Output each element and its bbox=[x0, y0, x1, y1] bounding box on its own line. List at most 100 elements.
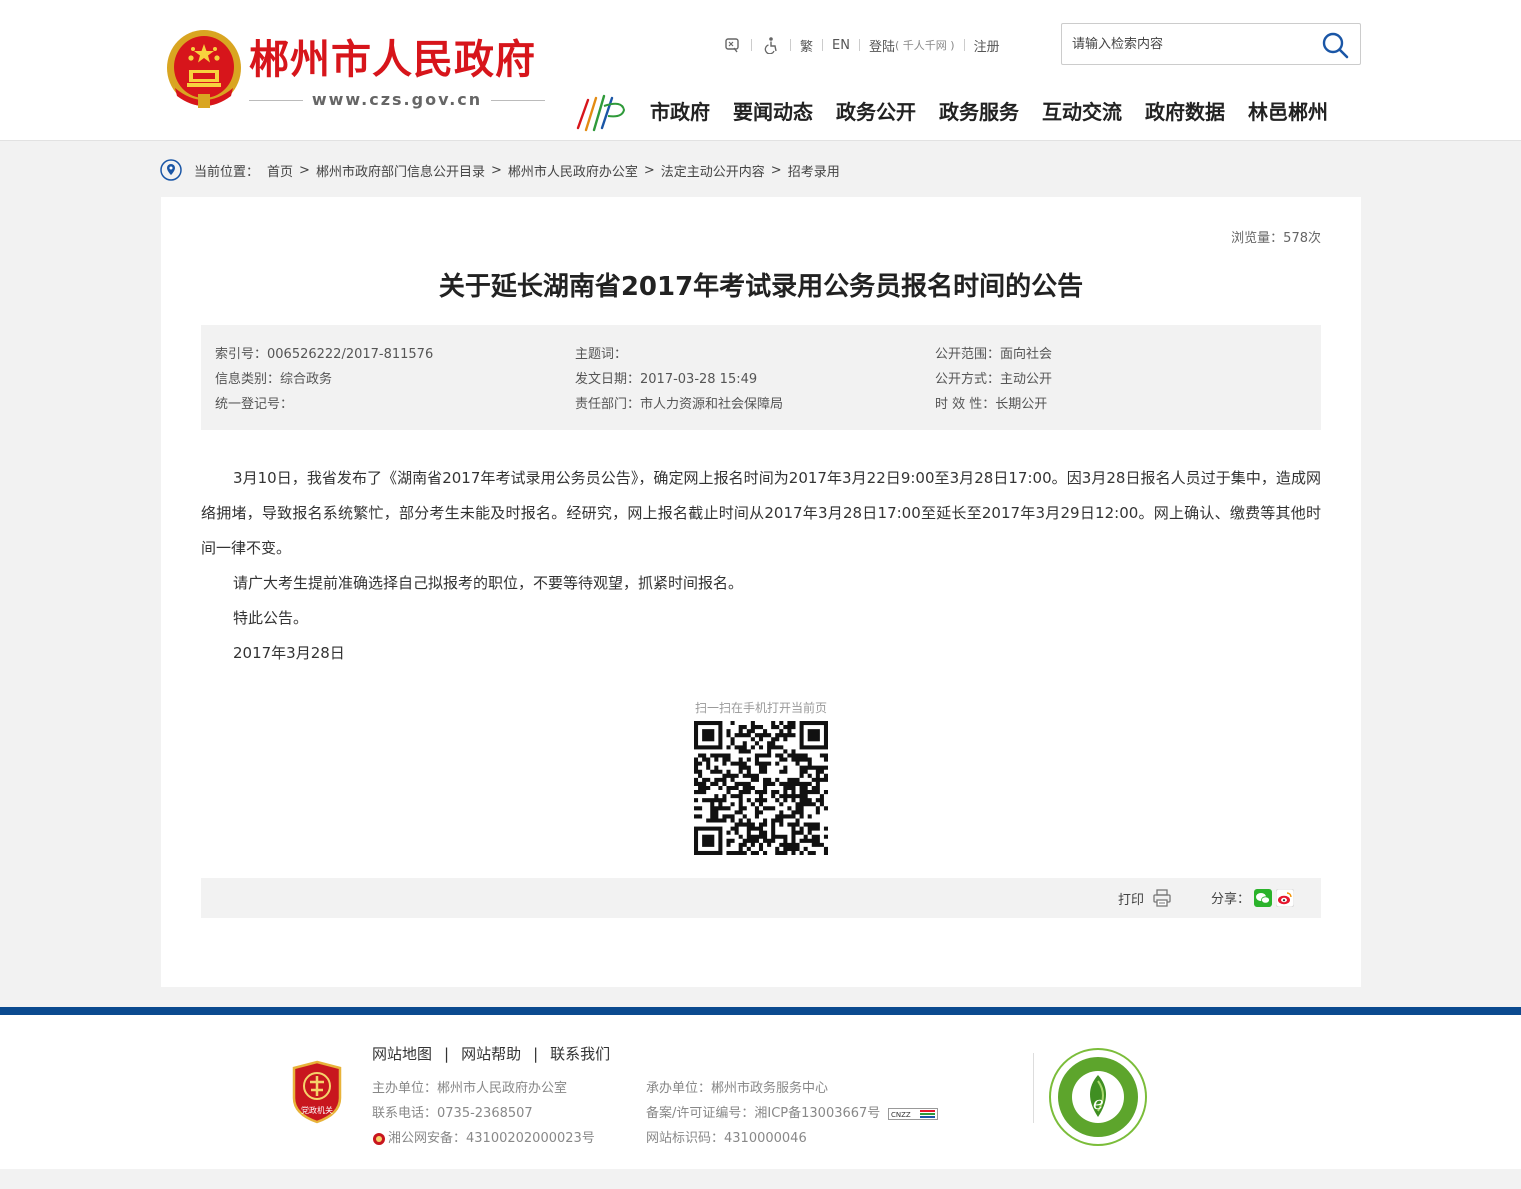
national-emblem-icon[interactable] bbox=[165, 28, 243, 112]
search-icon bbox=[1322, 32, 1349, 59]
nav-item-gov-data[interactable]: 政府数据 bbox=[1145, 96, 1225, 128]
footer-organizer: 承办单位：郴州市政务服务中心 bbox=[646, 1081, 829, 1096]
nav-item-news[interactable]: 要闻动态 bbox=[733, 96, 813, 128]
meta-column: 主题词： 发文日期：2017-03-28 15:49 责任部门：市人力资源和社会… bbox=[575, 342, 783, 417]
breadcrumb-link[interactable]: 首页 bbox=[267, 161, 293, 180]
view-count: 浏览量：578次 bbox=[1231, 231, 1321, 246]
footer-link-divider: | bbox=[444, 1044, 450, 1063]
footer-host: 主办单位：郴州市人民政府办公室 bbox=[372, 1081, 568, 1096]
badge-label: 党政机关 bbox=[301, 1105, 333, 1115]
meta-keywords: 主题词： bbox=[575, 347, 628, 362]
qr-caption: 扫一扫在手机打开当前页 bbox=[694, 701, 827, 715]
article-paragraph: 请广大考生提前准确选择自己拟报考的职位，不要等待观望，抓紧时间报名。 bbox=[233, 574, 744, 592]
party-gov-agency-badge-icon[interactable]: 党政机关 bbox=[290, 1060, 344, 1124]
top-link-divider bbox=[790, 39, 791, 51]
meta-publish-date: 发文日期：2017-03-28 15:49 bbox=[575, 372, 758, 387]
nav-item-gov-services[interactable]: 政务服务 bbox=[939, 96, 1019, 128]
top-links: 繁 EN 登陆 ( 千人千网 ) 注册 bbox=[722, 33, 1000, 57]
breadcrumb-link[interactable]: 郴州市政府部门信息公开目录 bbox=[316, 161, 485, 180]
cnzz-label: CNZZ bbox=[891, 1111, 911, 1119]
nav-item-interaction[interactable]: 互动交流 bbox=[1042, 96, 1122, 128]
url-divider-left bbox=[249, 100, 303, 101]
search-input[interactable] bbox=[1072, 33, 1312, 55]
site-header: 郴州市人民政府 www.czs.gov.cn 繁 EN 登陆 ( 千人千网 ) … bbox=[0, 0, 1521, 141]
police-badge-icon bbox=[373, 1132, 385, 1145]
breadcrumb-separator: > bbox=[490, 162, 502, 178]
meta-registration-number: 统一登记号： bbox=[215, 397, 294, 412]
meta-public-scope: 公开范围：面向社会 bbox=[935, 347, 1053, 362]
breadcrumb-link[interactable]: 郴州市人民政府办公室 bbox=[508, 161, 638, 180]
article-paragraph: 特此公告。 bbox=[233, 609, 309, 627]
article-action-bar: 打印 分享： bbox=[201, 878, 1321, 918]
url-divider-right bbox=[491, 100, 545, 101]
footer-vertical-divider bbox=[1033, 1053, 1034, 1123]
linyi-logo-icon bbox=[576, 94, 626, 132]
login-link[interactable]: 登陆 bbox=[869, 36, 895, 55]
footer-site-id: 网站标识码：4310000046 bbox=[646, 1131, 807, 1146]
article-panel: 浏览量：578次 关于延长湖南省2017年考试录用公务员报名时间的公告 索引号：… bbox=[161, 197, 1361, 987]
cnzz-stat-icon[interactable]: CNZZ bbox=[888, 1107, 939, 1120]
article-meta-box: 索引号：006526222/2017-811576 信息类别：综合政务 统一登记… bbox=[201, 325, 1321, 430]
breadcrumb-separator: > bbox=[643, 162, 655, 178]
footer-links: 网站地图 | 网站帮助 | 联系我们 bbox=[372, 1043, 610, 1064]
top-link-divider bbox=[822, 39, 824, 51]
e-letter: e bbox=[1093, 1093, 1104, 1114]
article-title: 关于延长湖南省2017年考试录用公务员报名时间的公告 bbox=[438, 272, 1084, 302]
breadcrumb-separator: > bbox=[770, 162, 782, 178]
meta-column: 公开范围：面向社会 公开方式：主动公开 时 效 性：长期公开 bbox=[935, 342, 1052, 417]
main-nav: 市政府 要闻动态 政务公开 政务服务 互动交流 政府数据 林邑郴州 bbox=[650, 96, 1328, 128]
qr-code-icon bbox=[694, 721, 828, 855]
site-url: www.czs.gov.cn bbox=[311, 90, 483, 109]
accessibility-mode-icon[interactable] bbox=[722, 35, 742, 55]
footer-link-divider: | bbox=[533, 1044, 539, 1063]
meta-validity: 时 效 性：长期公开 bbox=[935, 397, 1048, 412]
footer-link-help[interactable]: 网站帮助 bbox=[461, 1043, 521, 1064]
footer-link-contact[interactable]: 联系我们 bbox=[550, 1043, 610, 1064]
civilized-website-badge-icon[interactable]: e bbox=[1048, 1047, 1148, 1147]
footer-police-record-text[interactable]: 湘公网安备：43100202000023号 bbox=[388, 1126, 595, 1151]
breadcrumb-label: 当前位置： bbox=[194, 164, 260, 180]
register-link[interactable]: 注册 bbox=[974, 36, 1000, 55]
footer-icp: 备案/许可证编号：湘ICP备13003667号 CNZZ bbox=[646, 1101, 939, 1126]
breadcrumb-link[interactable]: 法定主动公开内容 bbox=[661, 161, 765, 180]
search-button[interactable] bbox=[1320, 30, 1350, 60]
breadcrumb-separator: > bbox=[299, 162, 310, 178]
share-group: 分享： bbox=[1211, 888, 1295, 907]
breadcrumb: 当前位置： 首页 > 郴州市政府部门信息公开目录 > 郴州市人民政府办公室 > … bbox=[160, 157, 840, 183]
footer-icp-text[interactable]: 备案/许可证编号：湘ICP备13003667号 bbox=[646, 1101, 880, 1126]
meta-department: 责任部门：市人力资源和社会保障局 bbox=[575, 397, 784, 412]
nav-item-city-government[interactable]: 市政府 bbox=[650, 96, 710, 128]
footer-info-left: 主办单位：郴州市人民政府办公室 联系电话：0735-2368507 湘公网安备：… bbox=[372, 1076, 595, 1151]
footer-info-right: 承办单位：郴州市政务服务中心 备案/许可证编号：湘ICP备13003667号 C… bbox=[646, 1076, 939, 1151]
article-paragraph: 3月10日，我省发布了《湖南省2017年考试录用公务员公告》，确定网上报名时间为… bbox=[201, 469, 1321, 557]
printer-icon bbox=[1153, 889, 1171, 907]
article-body: 3月10日，我省发布了《湖南省2017年考试录用公务员公告》，确定网上报名时间为… bbox=[201, 461, 1321, 671]
print-button[interactable]: 打印 bbox=[1118, 888, 1172, 908]
article-date: 2017年3月28日 bbox=[233, 644, 345, 662]
accessibility-person-icon[interactable] bbox=[761, 35, 781, 55]
site-name[interactable]: 郴州市人民政府 bbox=[249, 34, 536, 86]
share-label: 分享： bbox=[1211, 892, 1251, 907]
site-url-line: www.czs.gov.cn bbox=[249, 88, 545, 112]
footer-phone: 联系电话：0735-2368507 bbox=[372, 1106, 533, 1121]
login-sub-label: ( 千人千网 ) bbox=[894, 39, 955, 52]
top-link-divider bbox=[751, 39, 752, 51]
site-footer: 党政机关 网站地图 | 网站帮助 | 联系我们 主办单位：郴州市人民政府办公室 … bbox=[0, 1007, 1521, 1169]
nav-item-gov-disclosure[interactable]: 政务公开 bbox=[836, 96, 916, 128]
nav-item-linyi-chenzhou[interactable]: 林邑郴州 bbox=[1248, 96, 1328, 128]
traditional-chinese-link[interactable]: 繁 bbox=[800, 36, 813, 55]
wechat-share-icon[interactable] bbox=[1254, 888, 1273, 907]
location-pin-icon bbox=[160, 159, 182, 181]
meta-info-category: 信息类别：综合政务 bbox=[215, 372, 333, 387]
weibo-share-icon[interactable] bbox=[1276, 888, 1295, 907]
top-link-divider bbox=[858, 39, 860, 51]
english-link[interactable]: EN bbox=[832, 38, 850, 53]
print-label: 打印 bbox=[1118, 892, 1145, 908]
footer-link-sitemap[interactable]: 网站地图 bbox=[372, 1043, 432, 1064]
footer-police-record: 湘公网安备：43100202000023号 bbox=[372, 1126, 595, 1151]
breadcrumb-link[interactable]: 招考录用 bbox=[788, 161, 840, 180]
meta-public-method: 公开方式：主动公开 bbox=[935, 372, 1053, 387]
meta-index-number: 索引号：006526222/2017-811576 bbox=[215, 347, 434, 362]
search-box bbox=[1061, 23, 1361, 65]
meta-column: 索引号：006526222/2017-811576 信息类别：综合政务 统一登记… bbox=[215, 342, 433, 417]
